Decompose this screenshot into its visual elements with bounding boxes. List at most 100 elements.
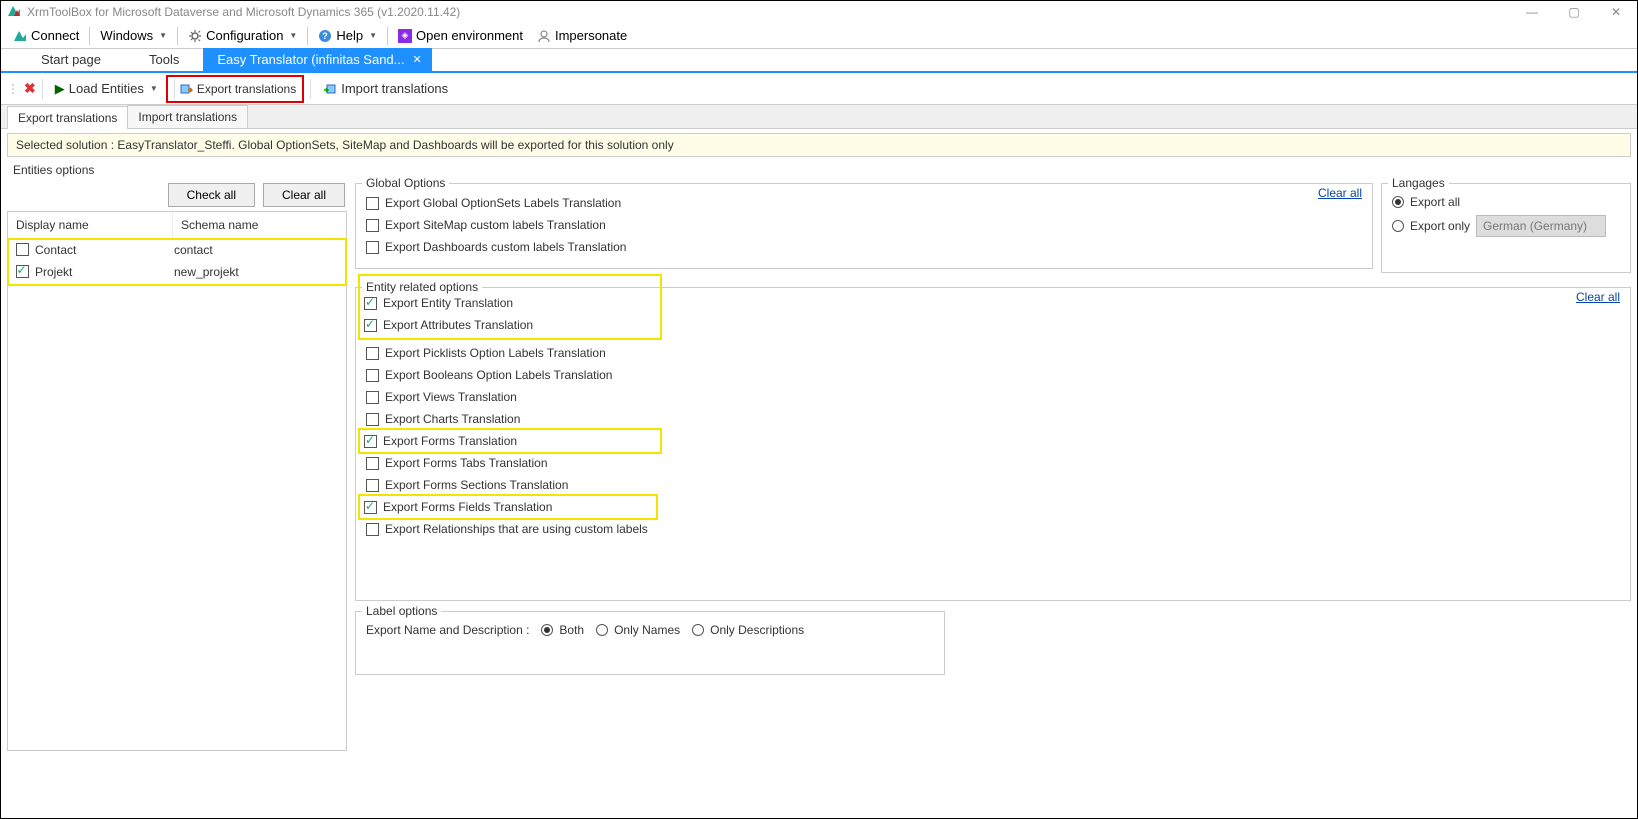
configuration-menu[interactable]: Configuration ▼ [182,26,303,45]
option-forms-tabs[interactable]: Export Forms Tabs Translation [366,452,1620,474]
checkbox[interactable] [366,369,379,382]
chevron-down-icon: ▼ [369,31,377,40]
clear-all-entities-button[interactable]: Clear all [263,183,345,207]
clear-all-entity-related-link[interactable]: Clear all [1576,290,1620,304]
check-all-button[interactable]: Check all [168,183,255,207]
radio-icon[interactable] [596,624,608,636]
chevron-down-icon: ▼ [289,31,297,40]
checkbox[interactable] [366,523,379,536]
impersonate-menu[interactable]: Impersonate [531,26,633,45]
close-tab-icon[interactable]: ✕ [413,53,422,66]
checkbox[interactable] [364,435,377,448]
clear-all-global-link[interactable]: Clear all [1318,186,1362,200]
language-select[interactable] [1476,215,1606,237]
option-label: Export SiteMap custom labels Translation [385,218,606,232]
entities-panel: Check all Clear all Display name Schema … [7,179,347,751]
option-label: Export Entity Translation [383,296,513,310]
option-global-optionsets[interactable]: Export Global OptionSets Labels Translat… [366,192,1362,214]
load-entities-label: Load Entities [69,81,144,96]
radio-both[interactable]: Both [541,620,584,640]
option-label: Export Charts Translation [385,412,520,426]
option-views[interactable]: Export Views Translation [366,386,1620,408]
radio-icon[interactable] [541,624,553,636]
subtab-import-translations[interactable]: Import translations [127,105,248,128]
checkbox-contact[interactable] [16,243,29,256]
option-sitemap[interactable]: Export SiteMap custom labels Translation [366,214,1362,236]
svg-text:?: ? [323,31,329,41]
radio-export-only[interactable]: Export only [1392,212,1620,240]
checkbox[interactable] [366,413,379,426]
option-entity-translation[interactable]: Export Entity Translation [364,292,656,314]
option-forms-fields[interactable]: Export Forms Fields Translation [364,496,652,518]
radio-icon[interactable] [1392,220,1404,232]
checkbox-projekt[interactable] [16,265,29,278]
radio-label: Export all [1410,195,1460,209]
radio-label: Only Descriptions [710,623,804,637]
radio-icon[interactable] [692,624,704,636]
entity-row-contact[interactable]: Contact contact [9,240,345,262]
languages-fieldset: Langages Export all Export only [1381,183,1631,273]
import-icon [323,82,337,96]
option-relationships[interactable]: Export Relationships that are using cust… [366,518,1620,540]
checkbox[interactable] [366,219,379,232]
languages-panel: Langages Export all Export only [1381,179,1631,283]
windows-menu[interactable]: Windows ▼ [94,26,173,45]
option-charts[interactable]: Export Charts Translation [366,408,1620,430]
help-menu[interactable]: ? Help ▼ [312,26,383,45]
radio-label: Export only [1410,219,1470,233]
checkbox[interactable] [366,197,379,210]
toolbar-separator [310,79,311,99]
window-close-button[interactable]: ✕ [1609,5,1623,19]
tab-active-label: Easy Translator (infinitas Sand... [217,52,404,67]
checkbox[interactable] [364,297,377,310]
connect-menu[interactable]: Connect [7,26,85,45]
tab-easy-translator[interactable]: Easy Translator (infinitas Sand... ✕ [203,48,431,71]
entity-list-header: Display name Schema name [8,212,346,239]
checkbox[interactable] [364,501,377,514]
tab-start-page[interactable]: Start page [17,48,125,71]
entity-list[interactable]: Display name Schema name Contact contact… [7,211,347,751]
option-forms-sections[interactable]: Export Forms Sections Translation [366,474,1620,496]
option-label: Export Attributes Translation [383,318,533,332]
window-maximize-button[interactable]: ▢ [1567,5,1581,19]
radio-export-all[interactable]: Export all [1392,192,1620,212]
option-attributes-translation[interactable]: Export Attributes Translation [364,314,656,336]
entity-row-projekt[interactable]: Projekt new_projekt [9,262,345,284]
open-environment-menu[interactable]: ◈ Open environment [392,26,529,45]
export-icon [179,82,193,96]
option-forms-translation[interactable]: Export Forms Translation [364,430,656,452]
checkbox[interactable] [366,457,379,470]
close-plugin-icon[interactable]: ✖ [24,80,36,97]
radio-icon[interactable] [1392,196,1404,208]
load-entities-button[interactable]: ▶ Load Entities ▼ [49,78,164,100]
checkbox[interactable] [366,479,379,492]
header-display-name[interactable]: Display name [8,212,173,238]
checkbox[interactable] [366,391,379,404]
option-booleans[interactable]: Export Booleans Option Labels Translatio… [366,364,1620,386]
entity-display: Projekt [35,265,174,281]
option-label: Export Forms Translation [383,434,517,448]
export-translations-label: Export translations [197,82,296,96]
entity-rows-highlight: Contact contact Projekt new_projekt [7,238,347,286]
checkbox[interactable] [366,347,379,360]
option-picklists[interactable]: Export Picklists Option Labels Translati… [366,342,1620,364]
export-translations-button-highlighted[interactable]: Export translations [166,75,304,103]
open-environment-label: Open environment [416,28,523,43]
option-dashboards[interactable]: Export Dashboards custom labels Translat… [366,236,1362,258]
tab-tools[interactable]: Tools [125,48,203,71]
subtab-export-translations[interactable]: Export translations [7,106,128,129]
help-label: Help [336,28,363,43]
radio-only-names[interactable]: Only Names [596,620,680,640]
radio-only-descriptions[interactable]: Only Descriptions [692,620,804,640]
import-translations-button[interactable]: Import translations [317,78,454,99]
entities-options-label: Entities options [13,163,1635,177]
entity-display: Contact [35,243,174,259]
checkbox[interactable] [364,319,377,332]
grip-icon: ⋮ [7,82,18,96]
document-tabs: Start page Tools Easy Translator (infini… [1,49,1637,73]
checkbox[interactable] [366,241,379,254]
header-schema-name[interactable]: Schema name [173,212,346,238]
entity-schema: contact [174,243,345,259]
environment-icon: ◈ [398,29,412,43]
window-minimize-button[interactable]: — [1525,5,1539,19]
